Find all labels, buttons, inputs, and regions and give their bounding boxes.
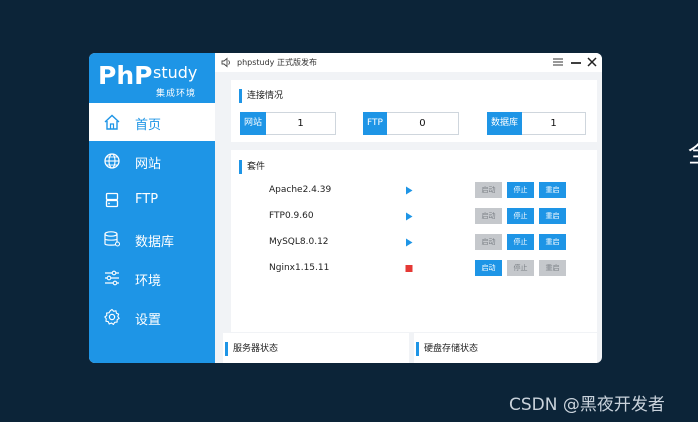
service-name: Apache2.4.39	[269, 185, 332, 195]
sidebar-item-ftp[interactable]: FTP	[89, 181, 215, 219]
close-icon[interactable]	[585, 55, 599, 69]
sidebar-item-label: 首页	[135, 118, 162, 133]
speaker-icon	[221, 57, 230, 68]
title-bar: phpstudy 正式版发布	[215, 53, 602, 72]
service-row-mysql: MySQL8.0.12 启动 停止 重启	[231, 233, 601, 253]
stat-label: 数据库	[487, 112, 523, 135]
gear-icon	[104, 308, 120, 325]
server-icon	[105, 192, 119, 208]
database-icon	[104, 231, 120, 247]
stop-button[interactable]: 停止	[507, 234, 534, 250]
stat-value: 1	[522, 112, 587, 135]
disk-status-panel: 硬盘存储状态	[414, 333, 597, 363]
restart-button[interactable]: 重启	[539, 260, 566, 276]
restart-button[interactable]: 重启	[539, 208, 566, 224]
edge-glyph: 全	[688, 140, 698, 168]
service-name: FTP0.9.60	[269, 211, 314, 221]
stat-database: 数据库 1	[487, 112, 587, 135]
service-row-apache: Apache2.4.39 启动 停止 重启	[231, 181, 601, 201]
server-status-panel: 服务器状态	[223, 333, 409, 363]
sidebar-item-website[interactable]: 网站	[89, 142, 215, 180]
suite-panel: 套件 Apache2.4.39 启动 停止 重启 FTP0.9.60 启动 停止…	[231, 150, 597, 332]
stat-value: 1	[266, 112, 337, 135]
start-button[interactable]: 启动	[475, 234, 502, 250]
watermark: CSDN @黑夜开发者	[509, 395, 665, 415]
sliders-icon	[105, 270, 119, 286]
stat-value: 0	[386, 112, 459, 135]
restart-button[interactable]: 重启	[539, 234, 566, 250]
service-row-nginx: Nginx1.15.11 启动 停止 重启	[231, 259, 601, 279]
logo-study: study	[153, 63, 198, 82]
service-name: MySQL8.0.12	[269, 237, 329, 247]
sidebar-item-label: 环境	[135, 274, 162, 289]
disk-status-heading: 硬盘存储状态	[416, 342, 478, 356]
stopped-icon	[405, 265, 413, 272]
running-icon	[406, 212, 413, 221]
restart-button[interactable]: 重启	[539, 182, 566, 198]
server-status-heading: 服务器状态	[225, 342, 278, 356]
stop-button[interactable]: 停止	[507, 182, 534, 198]
connection-panel: 连接情况 网站 1 FTP 0 数据库 1	[231, 80, 597, 142]
sidebar-item-home[interactable]: 首页	[89, 103, 215, 141]
stop-button[interactable]: 停止	[507, 208, 534, 224]
start-button[interactable]: 启动	[475, 208, 502, 224]
logo-subtitle: 集成环境	[156, 89, 197, 99]
suite-heading: 套件	[239, 160, 265, 174]
logo-php: PhP	[98, 61, 153, 90]
globe-icon	[104, 153, 120, 169]
sidebar-item-label: 设置	[135, 313, 162, 328]
stat-label: 网站	[240, 112, 267, 135]
app-logo: PhP study 集成环境	[89, 53, 215, 103]
stat-label: FTP	[363, 112, 387, 135]
sidebar-item-label: FTP	[135, 192, 159, 207]
service-name: Nginx1.15.11	[269, 263, 330, 273]
start-button[interactable]: 启动	[475, 182, 502, 198]
running-icon	[406, 238, 413, 247]
stat-website: 网站 1	[240, 112, 337, 135]
sidebar-item-environment[interactable]: 环境	[89, 259, 215, 297]
phpstudy-window: PhP study 集成环境 首页 网站 FTP 数据库 环境 设置 phpst…	[89, 53, 602, 363]
stop-button[interactable]: 停止	[507, 260, 534, 276]
menu-icon[interactable]	[551, 55, 565, 69]
sidebar-item-settings[interactable]: 设置	[89, 298, 215, 336]
sidebar: PhP study 集成环境 首页 网站 FTP 数据库 环境 设置	[89, 53, 215, 363]
start-button[interactable]: 启动	[475, 260, 502, 276]
running-icon	[406, 186, 413, 195]
connection-heading: 连接情况	[239, 89, 283, 103]
sidebar-item-label: 数据库	[135, 235, 175, 250]
home-icon	[104, 114, 120, 130]
window-title: phpstudy 正式版发布	[237, 58, 317, 67]
sidebar-item-database[interactable]: 数据库	[89, 220, 215, 258]
sidebar-item-label: 网站	[135, 157, 162, 172]
minimize-icon[interactable]	[569, 55, 583, 69]
stat-ftp: FTP 0	[363, 112, 459, 135]
service-row-ftp: FTP0.9.60 启动 停止 重启	[231, 207, 601, 227]
